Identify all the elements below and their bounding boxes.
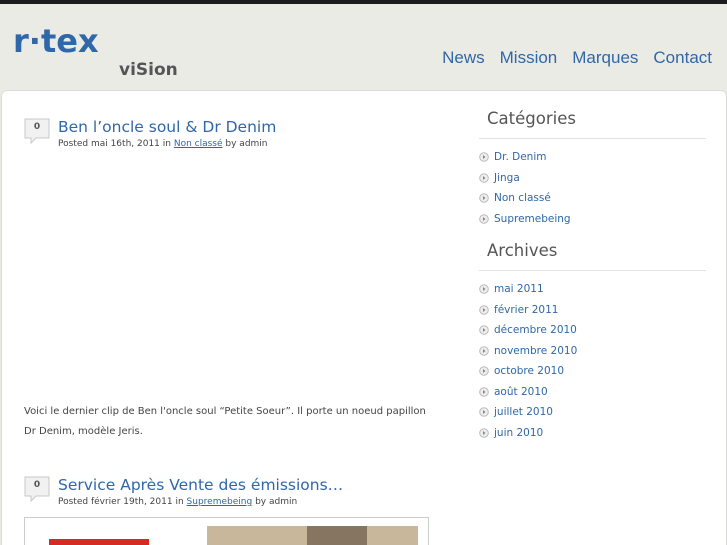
archive-label: août 2010 bbox=[494, 385, 548, 398]
post-date: Posted mai 16th, 2011 in bbox=[58, 139, 171, 149]
arrow-bullet-icon bbox=[479, 386, 489, 397]
post-excerpt: Voici le dernier clip de Ben l'oncle sou… bbox=[24, 406, 426, 437]
arrow-bullet-icon bbox=[479, 427, 489, 438]
comment-count-badge[interactable]: 0 bbox=[24, 118, 50, 145]
nav-news[interactable]: News bbox=[442, 48, 485, 68]
archive-item[interactable]: octobre 2010 bbox=[479, 361, 706, 382]
archive-item[interactable]: août 2010 bbox=[479, 382, 706, 403]
logo-sub-text: viSion bbox=[119, 60, 178, 80]
category-item[interactable]: Jinga bbox=[479, 168, 706, 189]
logo-main-text: r·tex bbox=[13, 22, 99, 60]
category-label: Jinga bbox=[494, 171, 520, 184]
main-nav: News Mission Marques Contact bbox=[442, 48, 712, 68]
post-author: by admin bbox=[225, 139, 268, 149]
site-logo[interactable]: r·tex viSion bbox=[13, 22, 193, 82]
post-image-right bbox=[207, 526, 418, 545]
arrow-bullet-icon bbox=[479, 345, 489, 356]
arrow-bullet-icon bbox=[479, 172, 489, 183]
archive-label: octobre 2010 bbox=[494, 365, 565, 378]
arrow-bullet-icon bbox=[479, 213, 489, 224]
site-header: r·tex viSion News Mission Marques Contac… bbox=[0, 4, 727, 90]
category-item[interactable]: Dr. Denim bbox=[479, 147, 706, 168]
archive-label: décembre 2010 bbox=[494, 324, 577, 337]
post-image-left bbox=[49, 531, 149, 545]
category-label: Dr. Denim bbox=[494, 151, 547, 164]
comment-count-badge[interactable]: 0 bbox=[24, 476, 50, 503]
archive-item[interactable]: décembre 2010 bbox=[479, 320, 706, 341]
content-area: 0 Ben l’oncle soul & Dr Denim Posted mai… bbox=[1, 90, 727, 545]
post-date: Posted février 19th, 2011 in bbox=[58, 497, 184, 507]
archives-heading: Archives bbox=[479, 241, 706, 271]
nav-marques[interactable]: Marques bbox=[572, 48, 638, 68]
category-item[interactable]: Non classé bbox=[479, 188, 706, 209]
logo-graphic: r·tex viSion bbox=[13, 22, 178, 80]
archive-item[interactable]: juillet 2010 bbox=[479, 402, 706, 423]
archive-label: février 2011 bbox=[494, 303, 559, 316]
arrow-bullet-icon bbox=[479, 152, 489, 163]
category-item[interactable]: Supremebeing bbox=[479, 209, 706, 230]
post-category-link[interactable]: Non classé bbox=[174, 139, 223, 149]
arrow-bullet-icon bbox=[479, 193, 489, 204]
comment-count: 0 bbox=[33, 480, 41, 490]
arrow-bullet-icon bbox=[479, 284, 489, 295]
archive-label: juillet 2010 bbox=[494, 406, 553, 419]
post-title[interactable]: Service Après Vente des émissions… bbox=[58, 476, 343, 494]
arrow-bullet-icon bbox=[479, 325, 489, 336]
category-label: Supremebeing bbox=[494, 212, 571, 225]
archive-label: juin 2010 bbox=[494, 426, 544, 439]
nav-mission[interactable]: Mission bbox=[500, 48, 558, 68]
post-author: by admin bbox=[255, 497, 298, 507]
archive-item[interactable]: mai 2011 bbox=[479, 279, 706, 300]
archives-list: mai 2011 février 2011 décembre 2010 nove… bbox=[479, 271, 706, 443]
post-image[interactable] bbox=[24, 517, 429, 545]
post-meta: Posted février 19th, 2011 in Supremebein… bbox=[58, 497, 297, 507]
post-meta: Posted mai 16th, 2011 in Non classé by a… bbox=[58, 139, 268, 149]
categories-list: Dr. Denim Jinga Non classé Supremebeing bbox=[479, 139, 706, 229]
sidebar: Catégories Dr. Denim Jinga Non classé Su… bbox=[479, 109, 706, 443]
arrow-bullet-icon bbox=[479, 366, 489, 377]
archive-item[interactable]: juin 2010 bbox=[479, 423, 706, 444]
comment-count: 0 bbox=[33, 122, 41, 132]
post-2: 0 Service Après Vente des émissions… Pos… bbox=[24, 476, 434, 516]
archive-item[interactable]: février 2011 bbox=[479, 300, 706, 321]
categories-heading: Catégories bbox=[479, 109, 706, 139]
archive-label: mai 2011 bbox=[494, 283, 544, 296]
post-title[interactable]: Ben l’oncle soul & Dr Denim bbox=[58, 118, 276, 136]
archive-item[interactable]: novembre 2010 bbox=[479, 341, 706, 362]
archive-label: novembre 2010 bbox=[494, 344, 578, 357]
arrow-bullet-icon bbox=[479, 407, 489, 418]
category-label: Non classé bbox=[494, 192, 551, 205]
arrow-bullet-icon bbox=[479, 304, 489, 315]
post-category-link[interactable]: Supremebeing bbox=[187, 497, 253, 507]
post-1: 0 Ben l’oncle soul & Dr Denim Posted mai… bbox=[24, 118, 434, 448]
nav-contact[interactable]: Contact bbox=[653, 48, 712, 68]
